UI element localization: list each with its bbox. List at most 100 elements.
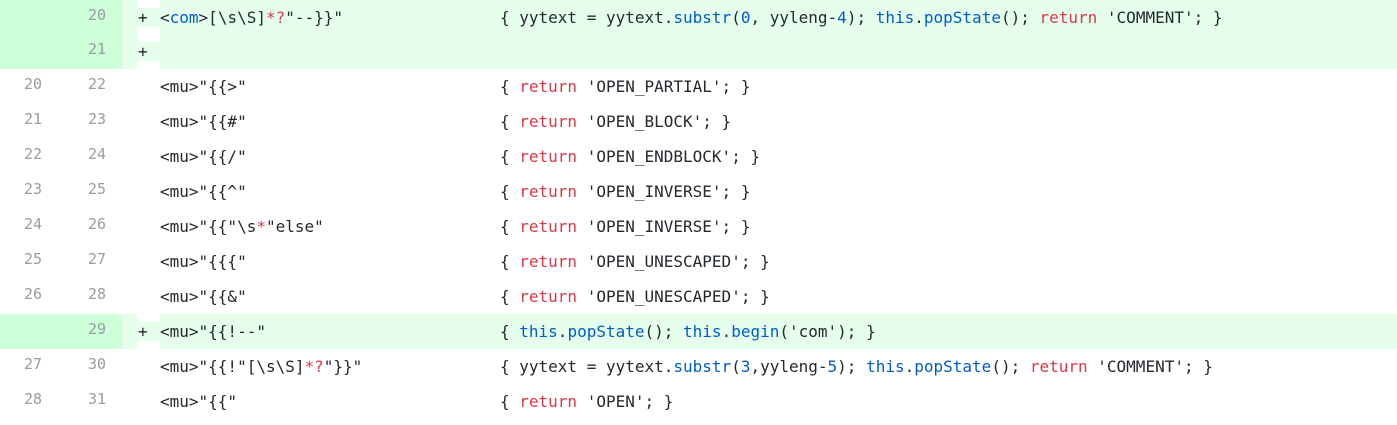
new-line-number[interactable]: 25: [44, 174, 106, 209]
gutter-spacer: [122, 0, 138, 34]
code-token: , yyleng-: [750, 7, 838, 27]
code-token: ,yyleng-: [750, 357, 828, 376]
old-line-number[interactable]: [0, 314, 44, 349]
new-line-number[interactable]: 22: [44, 69, 106, 104]
code-token: 5: [827, 357, 838, 376]
code-token: (: [731, 357, 741, 376]
code-token: 'OPEN_PARTIAL'; }: [577, 77, 751, 96]
old-line-number[interactable]: 27: [0, 349, 44, 384]
code-line: <mu>"{{{" { return 'OPEN_UNESCAPED'; }: [160, 244, 1397, 279]
new-line-number[interactable]: 28: [44, 279, 106, 314]
lexer-action: { yytext = yytext.substr(3,yyleng-5); th…: [500, 357, 1213, 376]
code-token: {: [500, 392, 520, 411]
code-token: "--}}": [285, 7, 344, 27]
old-line-number[interactable]: [0, 0, 44, 34]
old-line-number[interactable]: 20: [0, 69, 44, 104]
code-token: *?: [265, 7, 286, 27]
gutter-spacer: [122, 314, 138, 349]
diff-marker: +: [138, 42, 160, 61]
gutter-spacer: [122, 384, 138, 419]
code-token: return: [1029, 357, 1088, 376]
code-token: 'OPEN_ENDBLOCK'; }: [577, 147, 761, 166]
code-token: this: [683, 322, 722, 341]
new-line-number[interactable]: 31: [44, 384, 106, 419]
line-number-gutter: 26 28: [0, 279, 122, 314]
diff-added-line: 20 + <com>[\s\S]*?"--}}" { yytext = yytext.…: [0, 0, 1397, 34]
diff-context-line: 22 24 <mu>"{{/" { return 'OPEN_ENDBLOCK'; }: [0, 139, 1397, 174]
code-token: return: [519, 252, 578, 271]
new-line-number[interactable]: 30: [44, 349, 106, 384]
diff-marker: +: [138, 7, 160, 27]
code-token: {: [500, 217, 520, 236]
new-line-number[interactable]: 24: [44, 139, 106, 174]
code-token: {: [500, 182, 520, 201]
code-line: <mu>"{{^" { return 'OPEN_INVERSE'; }: [160, 174, 1397, 209]
code-token: return: [519, 77, 578, 96]
lexer-pattern: <mu>"{{^": [160, 182, 500, 201]
code-token: 'OPEN_BLOCK'; }: [577, 112, 732, 131]
new-line-number[interactable]: 29: [44, 314, 106, 349]
code-token: { yytext = yytext.: [500, 357, 674, 376]
code-token: <: [160, 7, 170, 27]
new-line-number[interactable]: 23: [44, 104, 106, 139]
code-token: ();: [644, 322, 684, 341]
code-line: <com>[\s\S]*?"--}}"{ yytext = yytext.sub…: [160, 0, 1397, 34]
diff-context-line: 24 26 <mu>"{{"\s*"else"{ return 'OPEN_INVE…: [0, 209, 1397, 244]
code-token: return: [519, 112, 578, 131]
diff-context-line: 21 23 <mu>"{{#" { return 'OPEN_BLOCK'; }: [0, 104, 1397, 139]
code-token: .: [914, 7, 924, 27]
old-line-number[interactable]: 24: [0, 209, 44, 244]
new-line-number[interactable]: 20: [44, 0, 106, 34]
line-number-gutter: 20: [0, 0, 122, 34]
gutter-spacer: [122, 69, 138, 104]
lexer-pattern: <mu>"{{"\s*"else": [160, 217, 500, 236]
code-token: "}}": [323, 357, 363, 376]
old-line-number[interactable]: 26: [0, 279, 44, 314]
code-token: com: [169, 7, 199, 27]
code-token: .: [904, 357, 915, 376]
line-number-gutter: 20 22: [0, 69, 122, 104]
old-line-number[interactable]: 21: [0, 104, 44, 139]
line-number-gutter: 21 23: [0, 104, 122, 139]
code-token: <mu>"{{/": [160, 147, 247, 166]
code-line: <mu>"{{/" { return 'OPEN_ENDBLOCK'; }: [160, 139, 1397, 174]
lexer-pattern: <mu>"{{/": [160, 147, 500, 166]
diff-context-line: 28 31 <mu>"{{" { return 'OPEN'; }: [0, 384, 1397, 419]
lexer-pattern: <mu>"{{!--": [160, 322, 500, 341]
code-token: {: [500, 147, 520, 166]
code-token: { yytext = yytext.: [500, 7, 674, 27]
line-number-gutter: 23 25: [0, 174, 122, 209]
code-token: <mu>"{{&": [160, 287, 247, 306]
gutter-spacer: [122, 244, 138, 279]
code-token: (: [731, 7, 741, 27]
code-token: {: [500, 287, 520, 306]
diff-context-line: 23 25 <mu>"{{^" { return 'OPEN_INVERSE'; }: [0, 174, 1397, 209]
diff-context-line: 25 27 <mu>"{{{" { return 'OPEN_UNESCAPED'; …: [0, 244, 1397, 279]
code-token: ('com'); }: [779, 322, 876, 341]
old-line-number[interactable]: 28: [0, 384, 44, 419]
code-token: "else": [265, 217, 324, 236]
lexer-action: { return 'OPEN_INVERSE'; }: [500, 217, 750, 236]
code-token: <mu>"{{{": [160, 252, 247, 271]
code-token: 'OPEN_INVERSE'; }: [577, 182, 751, 201]
new-line-number[interactable]: 27: [44, 244, 106, 279]
code-token: >[\s\S]: [198, 7, 266, 27]
code-token: <mu>"{{"\s: [160, 217, 257, 236]
new-line-number[interactable]: 26: [44, 209, 106, 244]
gutter-spacer: [122, 174, 138, 209]
old-line-number[interactable]: 23: [0, 174, 44, 209]
gutter-spacer: [122, 209, 138, 244]
old-line-number[interactable]: 25: [0, 244, 44, 279]
diff-added-line: 21 +: [0, 34, 1397, 69]
diff-context-line: 20 22 <mu>"{{>" { return 'OPEN_PARTIAL'; }: [0, 69, 1397, 104]
diff-view: 20 + <com>[\s\S]*?"--}}" { yytext = yytext.…: [0, 0, 1397, 419]
code-token: return: [519, 217, 578, 236]
gutter-spacer: [122, 139, 138, 174]
old-line-number[interactable]: [0, 34, 44, 69]
new-line-number[interactable]: 21: [44, 34, 106, 69]
old-line-number[interactable]: 22: [0, 139, 44, 174]
code-token: 'COMMENT'; }: [1087, 357, 1213, 376]
lexer-action: { this.popState(); this.begin('com'); }: [500, 322, 876, 341]
diff-context-line: 27 30 <mu>"{{!"[\s\S]*?"}}"{ yytext = yyte…: [0, 349, 1397, 384]
gutter-spacer: [122, 34, 138, 69]
